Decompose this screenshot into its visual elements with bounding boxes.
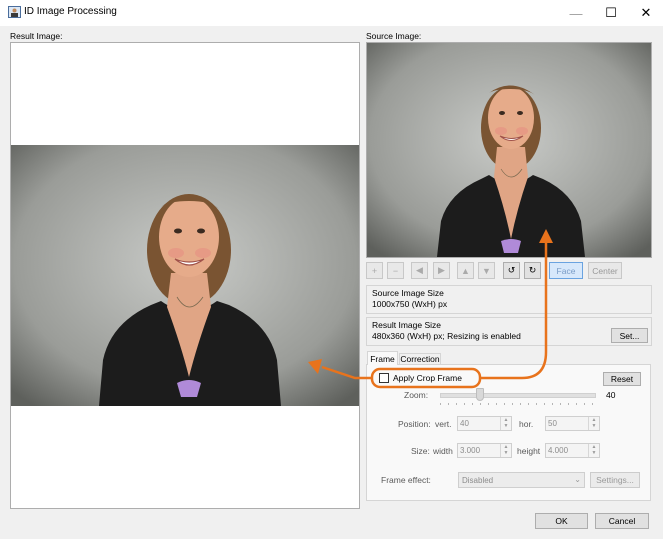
- annotation-highlight-ring: [370, 367, 482, 389]
- annotation-arrow-to-face: [480, 240, 548, 380]
- annotation-overlay: [308, 229, 553, 389]
- annotation-arrowhead-up: [539, 229, 553, 243]
- annotation-arrowhead-left: [308, 359, 322, 374]
- annotation-arrow-to-result: [321, 365, 372, 380]
